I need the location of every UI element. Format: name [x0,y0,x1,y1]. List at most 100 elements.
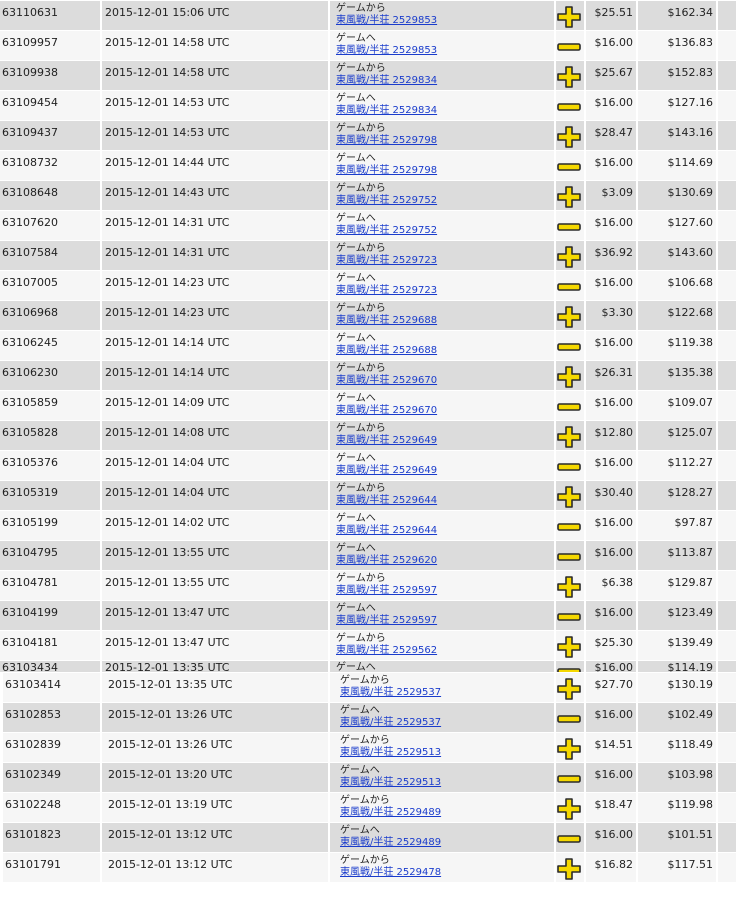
balance: $128.27 [667,486,714,499]
game-link[interactable]: 東風戦/半荘 2529798 [336,135,437,146]
date-cell: 2015-12-01 13:12 UTC [102,823,328,852]
game-link[interactable]: 東風戦/半荘 2529620 [336,555,437,566]
game-link[interactable]: 東風戦/半荘 2529513 [340,747,441,758]
minus-icon [557,336,581,358]
description-cell: ゲームへ 東風戦/半荘 2529513 [330,763,554,792]
game-link[interactable]: 東風戦/半荘 2529723 [336,255,437,266]
description: ゲームから 東風戦/半荘 2529723 [336,243,437,267]
game-link[interactable]: 東風戦/半荘 2529649 [336,435,437,446]
balance: $125.07 [667,426,714,439]
table-row: 63104181 2015-12-01 13:47 UTC ゲームから 東風戦/半荘 … [0,630,736,660]
game-link[interactable]: 東風戦/半荘 2529478 [340,867,441,878]
description: ゲームへ 東風戦/半荘 2529597 [336,603,437,627]
description-text: ゲームへ [336,93,376,104]
sign-cell [556,361,584,390]
end-cell [718,31,736,60]
game-link[interactable]: 東風戦/半荘 2529798 [336,165,437,176]
game-link[interactable]: 東風戦/半荘 2529644 [336,495,437,506]
game-link[interactable]: 東風戦/半荘 2529853 [336,15,437,26]
balance-cell: $125.07 [638,421,716,450]
description: ゲームから 東風戦/半荘 2529478 [340,855,441,879]
description-cell: ゲームへ 東風戦/半荘 2529723 [330,271,554,300]
table-row: 63109454 2015-12-01 14:53 UTC ゲームへ 東風戦/半荘 2… [0,90,736,120]
description-text: ゲームから [336,3,386,14]
plus-icon [557,798,581,820]
plus-icon [557,636,581,658]
sign-cell [556,451,584,480]
minus-icon [557,456,581,478]
game-link[interactable]: 東風戦/半荘 2529537 [340,687,441,698]
game-link[interactable]: 東風戦/半荘 2529670 [336,375,437,386]
table-row: 63105199 2015-12-01 14:02 UTC ゲームへ 東風戦/半荘 2… [0,510,736,540]
description-cell: ゲームから 東風戦/半荘 2529513 [330,733,554,762]
amount: $25.30 [594,636,634,649]
game-link[interactable]: 東風戦/半荘 2529670 [336,405,437,416]
game-link[interactable]: 東風戦/半荘 2529489 [340,837,441,848]
description-text: ゲームへ [336,333,376,344]
game-link[interactable]: 東風戦/半荘 2529513 [340,777,441,788]
description-cell: ゲームへ 東風戦/半荘 2529798 [330,151,554,180]
amount: $16.00 [594,768,634,781]
balance-cell: $114.19 [638,661,716,672]
date-cell: 2015-12-01 14:08 UTC [102,421,328,450]
description: ゲームから 東風戦/半荘 2529752 [336,183,437,207]
description-cell: ゲームから 東風戦/半荘 2529723 [330,241,554,270]
balance-cell: $128.27 [638,481,716,510]
game-link[interactable]: 東風戦/半荘 2529834 [336,105,437,116]
game-link[interactable]: 東風戦/半荘 2529597 [336,615,437,626]
plus-icon [557,738,581,760]
game-link[interactable]: 東風戦/半荘 2529644 [336,525,437,536]
game-link[interactable]: 東風戦/半荘 2529537 [340,717,441,728]
transaction-id: 63106968 [2,306,58,319]
date-cell: 2015-12-01 13:35 UTC [102,673,328,702]
transaction-id: 63102839 [5,738,61,751]
date-cell: 2015-12-01 14:58 UTC [102,61,328,90]
game-link[interactable]: 東風戦/半荘 2529597 [336,585,437,596]
balance: $109.07 [667,396,714,409]
game-link[interactable]: 東風戦/半荘 2529562 [336,645,437,656]
transaction-date: 2015-12-01 13:55 UTC [105,576,230,589]
balance-cell: $112.27 [638,451,716,480]
game-link[interactable]: 東風戦/半荘 2529752 [336,225,437,236]
description-text: ゲームから [336,183,386,194]
transaction-date: 2015-12-01 14:23 UTC [105,306,230,319]
balance-cell: $113.87 [638,541,716,570]
transaction-id: 63105319 [2,486,58,499]
table-row: 63110631 2015-12-01 15:06 UTC ゲームから 東風戦/半荘 … [0,0,736,30]
balance-cell: $103.98 [638,763,716,792]
game-link[interactable]: 東風戦/半荘 2529834 [336,75,437,86]
balance: $143.16 [667,126,714,139]
end-cell [718,61,736,90]
game-link[interactable]: 東風戦/半荘 2529688 [336,315,437,326]
game-link[interactable]: 東風戦/半荘 2529489 [340,807,441,818]
balance: $135.38 [667,366,714,379]
amount-cell: $25.30 [586,631,636,660]
transaction-date: 2015-12-01 14:04 UTC [105,456,230,469]
game-link[interactable]: 東風戦/半荘 2529752 [336,195,437,206]
description: ゲームから 東風戦/半荘 2529670 [336,363,437,387]
table-row: 63104781 2015-12-01 13:55 UTC ゲームから 東風戦/半荘 … [0,570,736,600]
description: ゲームへ 東風戦/半荘 2529834 [336,93,437,117]
transaction-id: 63104781 [2,576,58,589]
date-cell: 2015-12-01 14:44 UTC [102,151,328,180]
transaction-date: 2015-12-01 13:12 UTC [108,828,233,841]
amount-cell: $16.00 [586,823,636,852]
balance-cell: $127.16 [638,91,716,120]
transaction-table: 63110631 2015-12-01 15:06 UTC ゲームから 東風戦/半荘 … [0,0,736,882]
balance: $102.49 [667,708,714,721]
balance-cell: $143.16 [638,121,716,150]
transaction-id-cell: 63102853 [3,703,100,732]
transaction-id-cell: 63107584 [0,241,100,270]
game-link[interactable]: 東風戦/半荘 2529649 [336,465,437,476]
game-link[interactable]: 東風戦/半荘 2529853 [336,45,437,56]
description-text: ゲームから [340,795,390,806]
game-link[interactable]: 東風戦/半荘 2529723 [336,285,437,296]
end-cell [718,703,736,732]
date-cell: 2015-12-01 14:31 UTC [102,241,328,270]
amount-cell: $14.51 [586,733,636,762]
game-link[interactable]: 東風戦/半荘 2529688 [336,345,437,356]
description: ゲームへ 東風戦/半荘 2529752 [336,213,437,237]
amount-cell: $25.51 [586,1,636,30]
transaction-date: 2015-12-01 13:20 UTC [108,768,233,781]
amount: $16.00 [594,708,634,721]
